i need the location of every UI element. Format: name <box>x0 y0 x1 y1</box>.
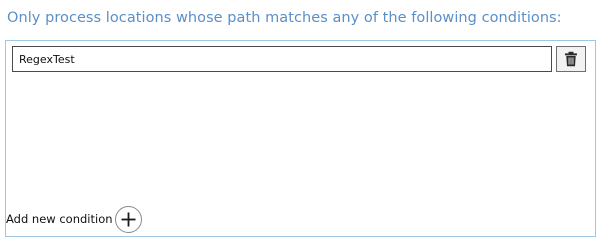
trash-icon <box>564 51 578 67</box>
plus-icon <box>121 212 136 227</box>
condition-input[interactable] <box>12 46 552 72</box>
condition-row <box>12 46 552 72</box>
conditions-header: Only process locations whose path matche… <box>7 10 562 26</box>
delete-condition-button[interactable] <box>556 46 586 72</box>
add-condition-label: Add new condition <box>6 212 113 226</box>
add-condition-button[interactable] <box>115 206 142 233</box>
